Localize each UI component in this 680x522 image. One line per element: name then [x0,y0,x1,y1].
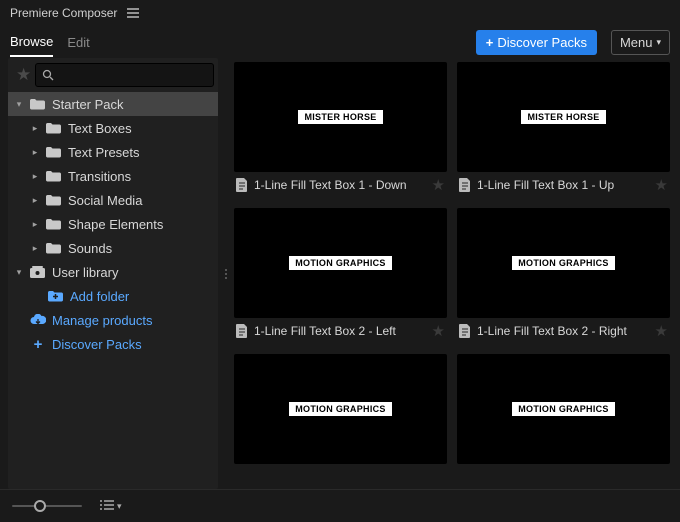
asset-card[interactable]: MOTION GRAPHICS [457,354,670,464]
folder-tree: ▾ Starter Pack ▸ Text Boxes ▸ Text Prese… [8,92,218,489]
folder-label: Starter Pack [52,97,124,112]
asset-caption-row: 1-Line Fill Text Box 1 - Up ★ [457,172,670,198]
asset-thumbnail: MOTION GRAPHICS [234,354,447,464]
folder-transitions[interactable]: ▸ Transitions [8,164,218,188]
file-icon [236,324,248,338]
manage-products-label: Manage products [52,313,152,328]
asset-thumbnail: MISTER HORSE [234,62,447,172]
folder-text-boxes[interactable]: ▸ Text Boxes [8,116,218,140]
plus-icon: + [30,336,46,353]
chevron-down-icon: ▾ [656,37,661,48]
asset-card[interactable]: MISTER HORSE 1-Line Fill Text Box 1 - Dow… [234,62,447,198]
folder-sounds[interactable]: ▸ Sounds [8,236,218,260]
discover-packs-label: Discover Packs [497,35,587,50]
chevron-down-icon: ▾ [117,501,122,512]
folder-label: Text Presets [68,145,140,160]
folder-label: Social Media [68,193,142,208]
chevron-right-icon: ▸ [30,123,40,134]
thumbnail-text: MOTION GRAPHICS [289,402,392,416]
thumbnail-text: MISTER HORSE [298,110,382,124]
chevron-right-icon: ▸ [30,219,40,230]
folder-label: Sounds [68,241,112,256]
search-icon [42,69,54,81]
search-input[interactable] [59,67,207,83]
slider-knob[interactable] [34,500,46,512]
folder-icon [46,170,62,182]
panel-resize-handle[interactable] [224,58,228,489]
favorites-star-icon[interactable]: ★ [12,65,35,85]
asset-gallery: MISTER HORSE 1-Line Fill Text Box 1 - Dow… [234,58,672,489]
thumbnail-text: MOTION GRAPHICS [512,256,615,270]
folder-user-library[interactable]: ▾ User library [8,260,218,284]
favorite-star-icon[interactable]: ★ [655,322,668,340]
cloud-download-icon [30,314,46,326]
favorite-star-icon[interactable]: ★ [655,176,668,194]
file-icon [459,178,471,192]
folder-icon [46,218,62,230]
folder-icon [46,242,62,254]
asset-card[interactable]: MOTION GRAPHICS [234,354,447,464]
asset-thumbnail: MISTER HORSE [457,62,670,172]
chevron-down-icon: ▾ [14,267,24,278]
file-icon [236,178,248,192]
sidebar-discover-packs-label: Discover Packs [52,337,142,352]
chevron-right-icon: ▸ [30,147,40,158]
folder-label: Text Boxes [68,121,132,136]
menu-label: Menu [620,35,653,50]
folder-icon [46,122,62,134]
asset-card[interactable]: MOTION GRAPHICS 1-Line Fill Text Box 2 - … [234,208,447,344]
asset-caption: 1-Line Fill Text Box 2 - Right [477,324,627,338]
list-view-icon [100,500,114,512]
chevron-down-icon: ▾ [14,99,24,110]
folder-label: Shape Elements [68,217,163,232]
asset-caption-row: 1-Line Fill Text Box 1 - Down ★ [234,172,447,198]
add-folder-label: Add folder [70,289,129,304]
folder-shape-elements[interactable]: ▸ Shape Elements [8,212,218,236]
search-box[interactable] [35,63,214,87]
menu-button[interactable]: Menu ▾ [611,30,670,55]
folder-icon [46,194,62,206]
discover-packs-button[interactable]: + Discover Packs [476,30,597,55]
file-icon [459,324,471,338]
thumbnail-size-slider[interactable] [12,505,82,507]
hamburger-icon[interactable] [127,8,139,18]
folder-social-media[interactable]: ▸ Social Media [8,188,218,212]
folder-icon [30,98,46,110]
plus-icon: + [486,35,494,50]
asset-thumbnail: MOTION GRAPHICS [457,208,670,318]
thumbnail-text: MOTION GRAPHICS [289,256,392,270]
add-folder-button[interactable]: Add folder [8,284,218,308]
asset-thumbnail: MOTION GRAPHICS [234,208,447,318]
thumbnail-text: MISTER HORSE [521,110,605,124]
library-icon [30,266,46,278]
asset-caption-row: 1-Line Fill Text Box 2 - Right ★ [457,318,670,344]
tab-browse[interactable]: Browse [10,28,53,57]
view-mode-toggle[interactable]: ▾ [100,500,122,512]
folder-starter-pack[interactable]: ▾ Starter Pack [8,92,218,116]
folder-label: Transitions [68,169,131,184]
asset-caption: 1-Line Fill Text Box 1 - Down [254,178,407,192]
favorite-star-icon[interactable]: ★ [432,176,445,194]
asset-caption: 1-Line Fill Text Box 1 - Up [477,178,614,192]
thumbnail-text: MOTION GRAPHICS [512,402,615,416]
folder-icon [46,146,62,158]
asset-thumbnail: MOTION GRAPHICS [457,354,670,464]
favorite-star-icon[interactable]: ★ [432,322,445,340]
tab-edit[interactable]: Edit [67,29,89,56]
asset-card[interactable]: MISTER HORSE 1-Line Fill Text Box 1 - Up ★ [457,62,670,198]
chevron-right-icon: ▸ [30,195,40,206]
asset-caption: 1-Line Fill Text Box 2 - Left [254,324,396,338]
folder-label: User library [52,265,118,280]
asset-caption-row: 1-Line Fill Text Box 2 - Left ★ [234,318,447,344]
app-title: Premiere Composer [10,6,117,20]
chevron-right-icon: ▸ [30,243,40,254]
sidebar: ★ ▾ Starter Pack ▸ Text Boxes [8,58,218,489]
manage-products-button[interactable]: Manage products [8,308,218,332]
asset-card[interactable]: MOTION GRAPHICS 1-Line Fill Text Box 2 - … [457,208,670,344]
add-folder-icon [48,290,64,302]
folder-text-presets[interactable]: ▸ Text Presets [8,140,218,164]
chevron-right-icon: ▸ [30,171,40,182]
sidebar-discover-packs-button[interactable]: + Discover Packs [8,332,218,356]
